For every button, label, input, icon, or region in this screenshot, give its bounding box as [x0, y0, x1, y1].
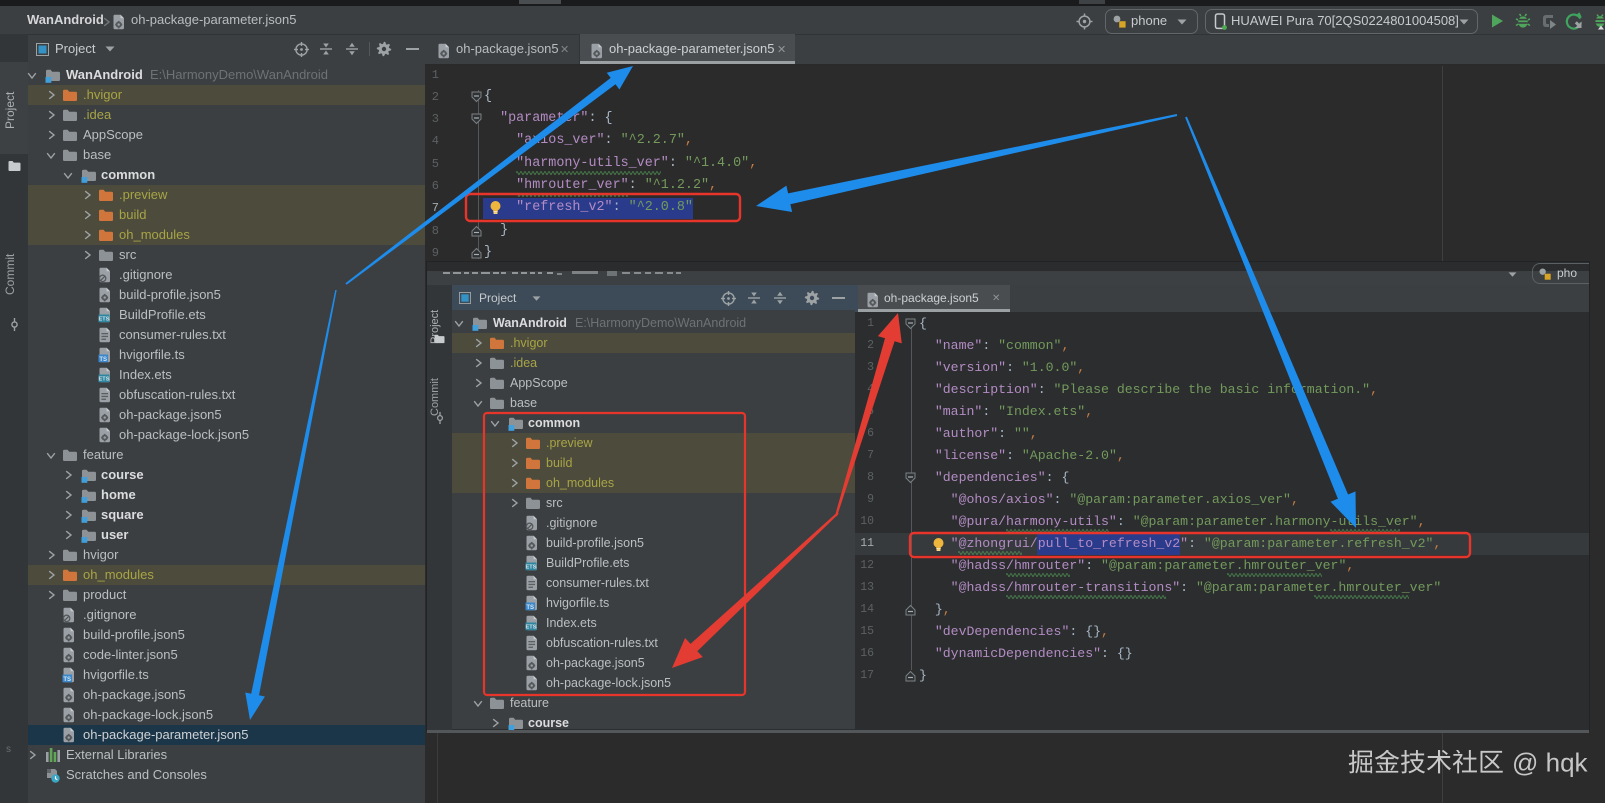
svg-text:@ hqk: @ hqk — [1512, 750, 1589, 777]
